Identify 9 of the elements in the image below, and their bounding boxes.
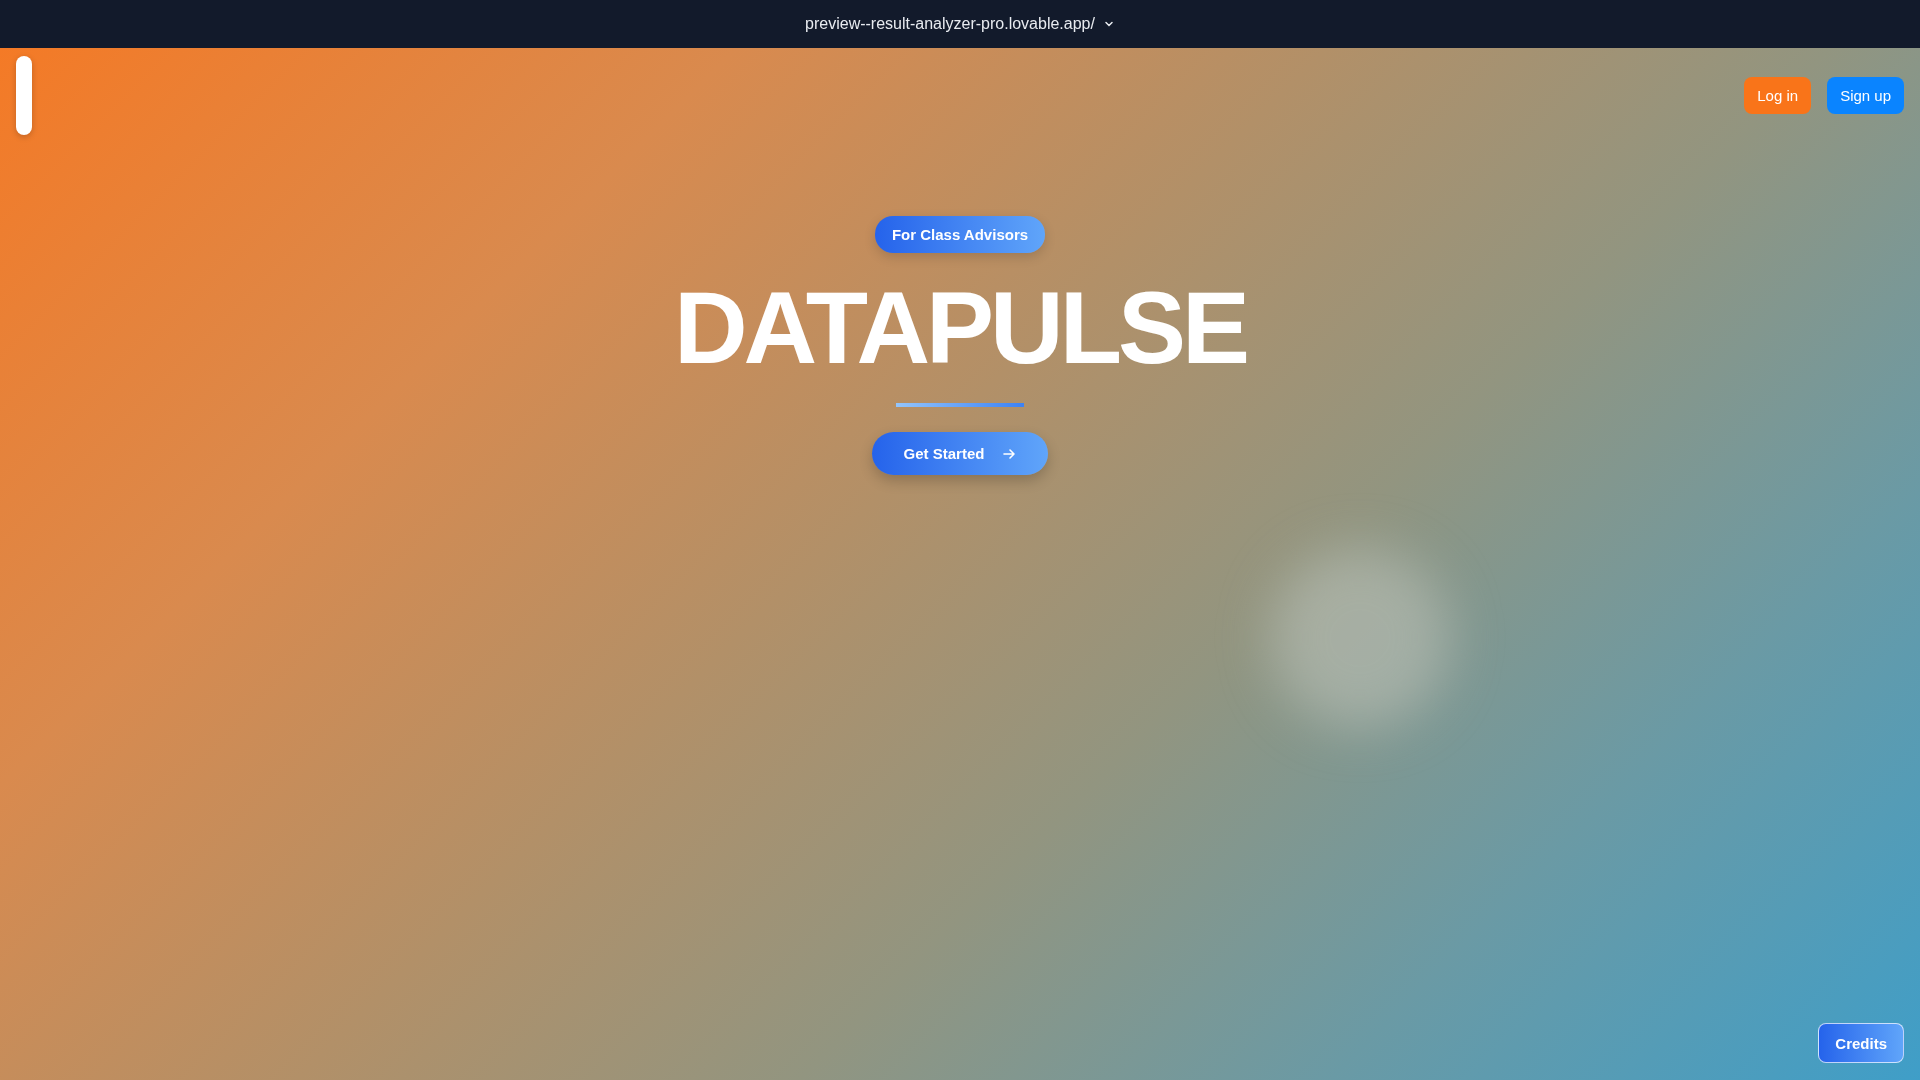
- url-text[interactable]: preview--result-analyzer-pro.lovable.app/: [805, 15, 1095, 33]
- get-started-button[interactable]: Get Started: [871, 432, 1049, 476]
- log-in-button[interactable]: Log in: [1744, 77, 1812, 114]
- sign-up-button[interactable]: Sign up: [1827, 77, 1904, 114]
- brand-title: DATAPULSE: [673, 270, 1247, 387]
- side-handle[interactable]: [16, 56, 32, 135]
- arrow-right-icon: [1002, 446, 1017, 461]
- audience-badge: For Class Advisors: [874, 216, 1046, 253]
- credits-button[interactable]: Credits: [1818, 1023, 1904, 1063]
